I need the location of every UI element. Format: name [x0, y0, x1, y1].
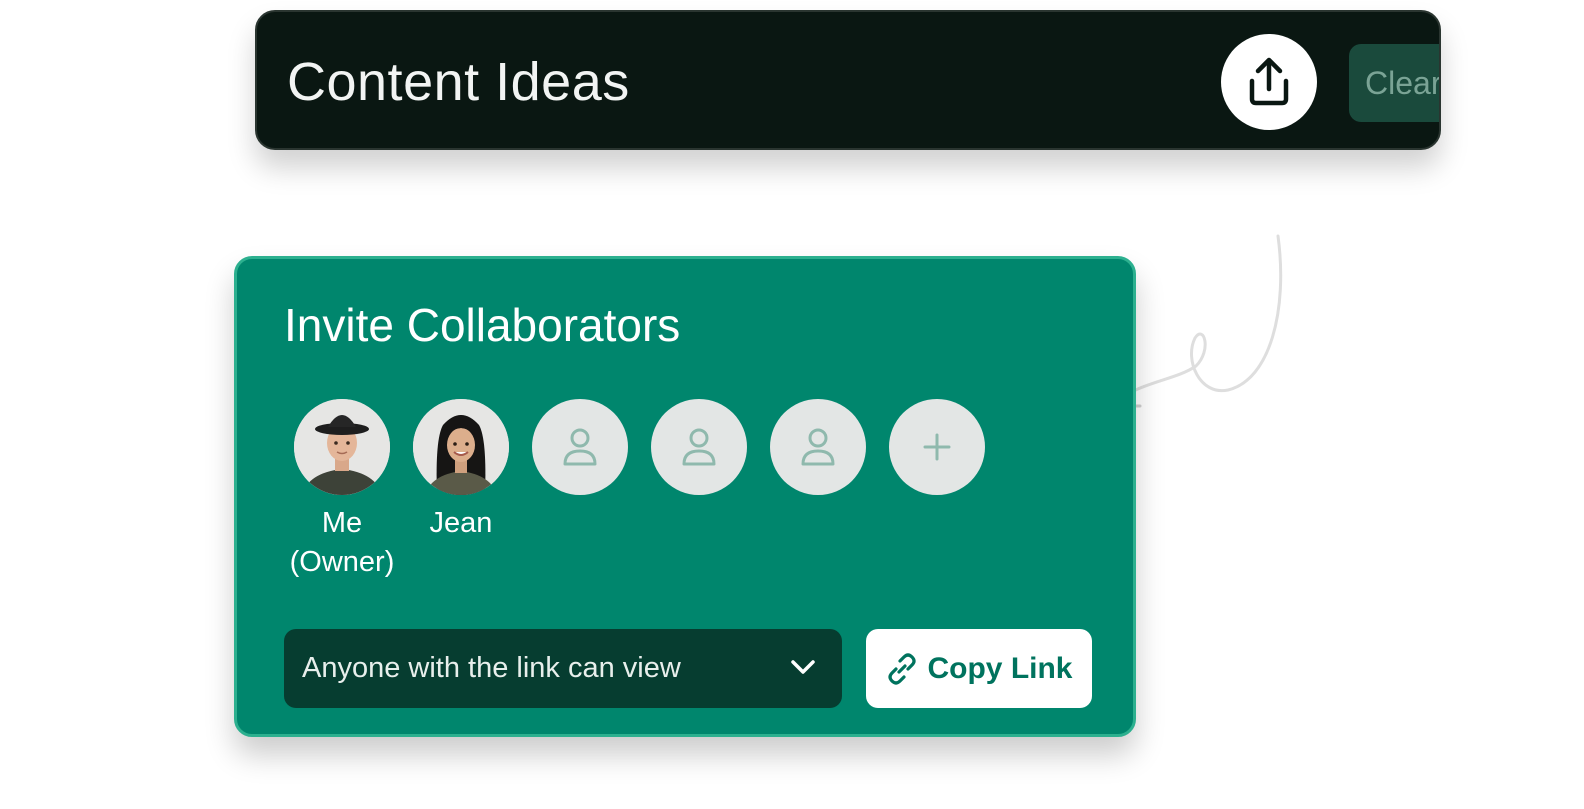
- empty-collaborator-slot[interactable]: [651, 399, 747, 495]
- link-icon: [888, 652, 917, 685]
- share-button[interactable]: [1221, 34, 1317, 130]
- avatar-jean[interactable]: [413, 399, 509, 495]
- link-access-value: Anyone with the link can view: [302, 652, 681, 684]
- copy-link-label: Copy Link: [927, 651, 1073, 685]
- invite-collaborators-panel: Invite Collaborators Me (Owner) Jean Any…: [234, 256, 1136, 737]
- document-title: Content Ideas: [287, 52, 630, 112]
- person-icon: [682, 428, 716, 466]
- person-icon: [563, 428, 597, 466]
- copy-link-button[interactable]: Copy Link: [866, 629, 1092, 708]
- clear-button[interactable]: Clear: [1349, 44, 1439, 122]
- empty-collaborator-slot[interactable]: [532, 399, 628, 495]
- document-header: Content Ideas Clear: [255, 10, 1441, 150]
- canvas: Content Ideas Clear Invite Collaborators: [0, 0, 1584, 809]
- add-collaborator-button[interactable]: [889, 399, 985, 495]
- owner-role-line: (Owner): [289, 546, 395, 578]
- empty-collaborator-slot[interactable]: [770, 399, 866, 495]
- chevron-down-icon: [791, 660, 815, 674]
- share-upload-icon: [1249, 57, 1289, 106]
- panel-title: Invite Collaborators: [284, 299, 681, 351]
- avatar-photo-jean: [413, 399, 509, 495]
- avatar-photo-owner: [294, 399, 390, 495]
- link-access-select[interactable]: Anyone with the link can view: [284, 629, 842, 708]
- plus-icon: [923, 433, 951, 461]
- collaborator-name-jean: Jean: [429, 507, 493, 539]
- person-icon: [801, 428, 835, 466]
- avatar-owner[interactable]: [294, 399, 390, 495]
